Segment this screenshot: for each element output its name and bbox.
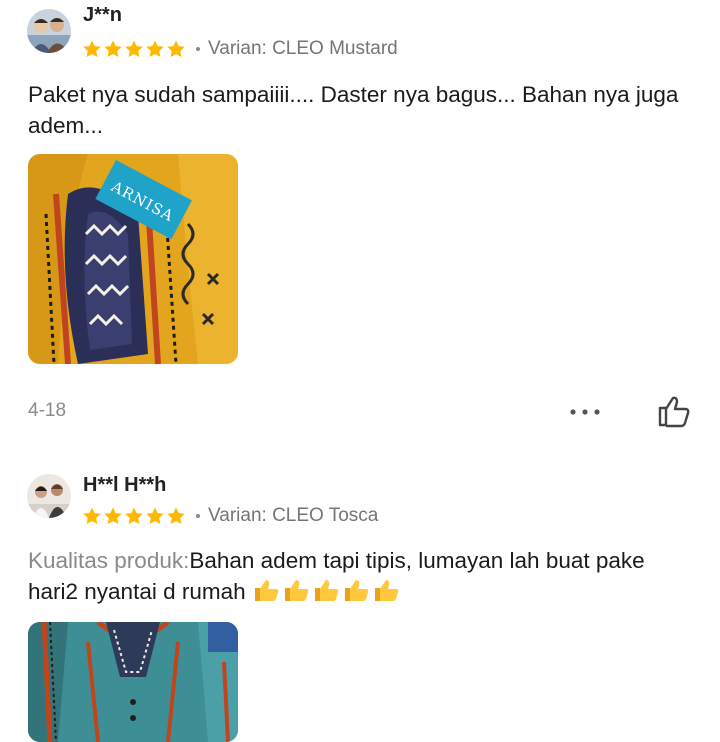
star-icon bbox=[125, 40, 143, 57]
star-icon bbox=[167, 507, 185, 524]
thumbs-up-emoji-row bbox=[252, 577, 400, 603]
rating-row: Varian: CLEO Tosca bbox=[82, 503, 378, 529]
avatar[interactable] bbox=[27, 9, 71, 53]
separator-dot bbox=[196, 514, 200, 518]
thumbs-up-emoji-icon bbox=[284, 580, 308, 601]
separator-dot bbox=[196, 47, 200, 51]
review-footer: 4-18 bbox=[28, 394, 696, 428]
star-rating bbox=[82, 39, 186, 59]
star-icon bbox=[125, 507, 143, 524]
quality-label: Kualitas produk: bbox=[28, 548, 190, 573]
review-photo[interactable] bbox=[28, 622, 238, 742]
star-icon bbox=[83, 40, 101, 57]
thumbs-up-emoji-icon bbox=[254, 580, 278, 601]
rating-row: Varian: CLEO Mustard bbox=[82, 36, 398, 62]
review-text: Paket nya sudah sampaiiii.... Daster nya… bbox=[28, 82, 679, 138]
thumbs-up-emoji-icon bbox=[344, 580, 368, 601]
star-icon bbox=[83, 507, 101, 524]
star-icon bbox=[146, 507, 164, 524]
thumbs-up-emoji-icon bbox=[314, 580, 338, 601]
star-rating bbox=[82, 506, 186, 526]
variant-label: Varian: CLEO Mustard bbox=[208, 38, 398, 59]
star-icon bbox=[167, 40, 185, 57]
review-photo[interactable]: ARNISA bbox=[28, 154, 238, 364]
variant-label: Varian: CLEO Tosca bbox=[208, 505, 379, 526]
username: H**l H**h bbox=[83, 474, 167, 496]
avatar[interactable] bbox=[27, 474, 71, 518]
star-icon bbox=[104, 507, 122, 524]
review-text: Kualitas produk:Bahan adem tapi tipis, l… bbox=[28, 545, 698, 607]
username: J**n bbox=[83, 4, 122, 26]
thumbs-up-emoji-icon bbox=[374, 580, 398, 601]
thumbs-up-outline-icon[interactable] bbox=[656, 394, 692, 428]
more-dots-icon[interactable] bbox=[568, 398, 602, 422]
star-icon bbox=[146, 40, 164, 57]
star-icon bbox=[104, 40, 122, 57]
review-date: 4-18 bbox=[28, 400, 67, 421]
